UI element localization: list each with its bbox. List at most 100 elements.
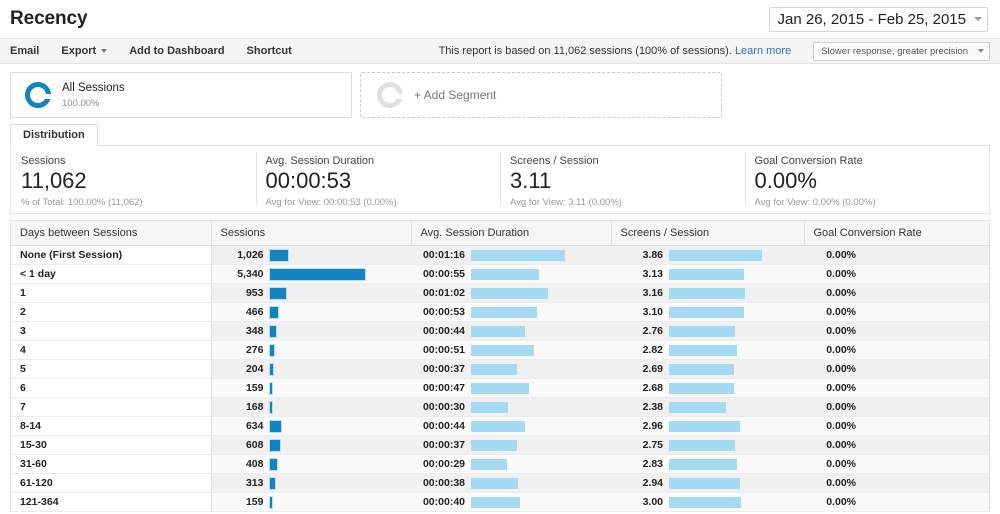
cell-screens-per-session-value: 2.94	[642, 477, 663, 489]
cell-screens-per-session-value: 2.38	[642, 401, 663, 413]
table-row[interactable]: 31-60 408 00:00:29 2.83 0.00%	[11, 454, 989, 474]
cell-sessions: 608	[211, 435, 411, 455]
table-body: None (First Session) 1,026 00:01:16 3.86 0.0…	[11, 245, 989, 512]
cell-sessions-bar	[268, 324, 277, 338]
add-segment-label: + Add Segment	[414, 88, 497, 102]
cell-screens-per-session: 2.96	[611, 416, 804, 436]
cell-goal-conversion-rate-value: 0.00%	[826, 325, 856, 337]
table-row[interactable]: 7 168 00:00:30 2.38 0.00%	[11, 397, 989, 417]
cell-screens-per-session: 2.75	[611, 435, 804, 455]
cell-avg-session-duration-value: 00:00:30	[422, 401, 465, 413]
sampling-note-text: This report is based on 11,062 sessions …	[438, 45, 732, 57]
cell-sessions-value: 276	[245, 344, 264, 356]
page-title: Recency	[10, 8, 88, 29]
email-button[interactable]: Email	[10, 45, 39, 57]
cell-sessions-value: 408	[245, 458, 264, 470]
cell-screens-per-session-bar	[669, 477, 740, 489]
cell-sessions-value: 1,026	[237, 249, 264, 261]
cell-goal-conversion-rate: 0.00%	[804, 321, 989, 341]
cell-sessions-bar	[268, 362, 275, 376]
add-to-dashboard-button[interactable]: Add to Dashboard	[129, 45, 224, 57]
summary-card-goal-conversion-rate: Goal Conversion Rate 0.00% Avg for View:…	[744, 146, 990, 213]
segment-name: All Sessions	[62, 82, 125, 95]
cell-screens-per-session: 3.16	[611, 283, 804, 303]
cell-screens-per-session-value: 3.86	[642, 249, 663, 261]
cell-days-between-sessions: 8-14	[11, 416, 212, 436]
table-row[interactable]: 2 466 00:00:53 3.10 0.00%	[11, 302, 989, 322]
cell-avg-session-duration: 00:00:40	[411, 492, 611, 512]
add-segment-button[interactable]: + Add Segment	[360, 72, 722, 118]
cell-sessions-bar	[268, 267, 366, 281]
cell-screens-per-session-bar	[669, 382, 734, 394]
table-row[interactable]: 6 159 00:00:47 2.68 0.00%	[11, 378, 989, 398]
cell-goal-conversion-rate: 0.00%	[804, 397, 989, 417]
column-header-screens-per-session[interactable]: Screens / Session	[610, 221, 804, 246]
cell-avg-session-duration: 00:00:53	[411, 302, 611, 322]
cell-avg-session-duration-bar	[471, 439, 517, 451]
cell-avg-session-duration: 00:00:29	[411, 454, 611, 474]
cell-avg-session-duration-bar	[471, 268, 540, 280]
cell-avg-session-duration: 00:01:16	[411, 245, 611, 265]
cell-avg-session-duration-bar	[471, 401, 509, 413]
cell-days-between-sessions: 15-30	[11, 435, 212, 455]
column-header-goal-conversion-rate[interactable]: Goal Conversion Rate	[803, 221, 989, 246]
cell-goal-conversion-rate: 0.00%	[804, 264, 989, 284]
cell-sessions: 408	[211, 454, 411, 474]
cell-screens-per-session-value: 2.68	[642, 382, 663, 394]
cell-goal-conversion-rate-value: 0.00%	[826, 363, 856, 375]
segment-all-sessions[interactable]: All Sessions 100.00%	[10, 72, 352, 118]
table-row[interactable]: 5 204 00:00:37 2.69 0.00%	[11, 359, 989, 379]
table-row[interactable]: < 1 day 5,340 00:00:55 3.13 0.00%	[11, 264, 989, 284]
toolbar-actions: Email Export Add to Dashboard Shortcut	[10, 45, 314, 57]
cell-sessions-bar	[268, 419, 282, 433]
table-row[interactable]: 3 348 00:00:44 2.76 0.00%	[11, 321, 989, 341]
shortcut-label: Shortcut	[246, 45, 292, 57]
table-row[interactable]: 1 953 00:01:02 3.16 0.00%	[11, 283, 989, 303]
table-row[interactable]: 121-364 159 00:00:40 3.00 0.00%	[11, 492, 989, 512]
cell-avg-session-duration-bar	[471, 249, 565, 261]
cell-screens-per-session: 2.83	[611, 454, 804, 474]
table-row[interactable]: 4 276 00:00:51 2.82 0.00%	[11, 340, 989, 360]
summary-card-avg-session-duration: Avg. Session Duration 00:00:53 Avg for V…	[255, 146, 501, 213]
column-header-sessions[interactable]: Sessions	[210, 221, 411, 246]
shortcut-button[interactable]: Shortcut	[247, 45, 292, 57]
cell-goal-conversion-rate-value: 0.00%	[826, 477, 856, 489]
summary-title: Avg. Session Duration	[265, 155, 375, 167]
cell-sessions-bar	[268, 476, 276, 490]
learn-more-link[interactable]: Learn more	[735, 45, 791, 57]
table-row[interactable]: 8-14 634 00:00:44 2.96 0.00%	[11, 416, 989, 436]
chevron-down-icon	[974, 17, 982, 21]
cell-avg-session-duration-bar	[471, 306, 537, 318]
cell-screens-per-session: 2.69	[611, 359, 804, 379]
cell-avg-session-duration-bar	[471, 287, 548, 299]
cell-screens-per-session-value: 2.83	[642, 458, 663, 470]
column-header-avg-session-duration[interactable]: Avg. Session Duration	[410, 221, 611, 246]
cell-sessions-bar	[268, 286, 288, 300]
export-button[interactable]: Export	[61, 45, 108, 57]
cell-avg-session-duration-value: 00:00:37	[422, 439, 465, 451]
cell-avg-session-duration: 00:00:38	[411, 473, 611, 493]
cell-sessions-value: 466	[245, 306, 264, 318]
table-row[interactable]: None (First Session) 1,026 00:01:16 3.86 0.0…	[11, 245, 989, 265]
distribution-table: Days between Sessions Sessions Avg. Sess…	[11, 221, 989, 512]
cell-goal-conversion-rate: 0.00%	[804, 454, 989, 474]
table-row[interactable]: 15-30 608 00:00:37 2.75 0.00%	[11, 435, 989, 455]
sampling-precision-value: Slower response, greater precision	[821, 45, 968, 57]
cell-screens-per-session: 2.38	[611, 397, 804, 417]
cell-avg-session-duration-value: 00:00:38	[422, 477, 465, 489]
table-row[interactable]: 61-120 313 00:00:38 2.94 0.00%	[11, 473, 989, 493]
cell-sessions-bar	[268, 457, 278, 471]
cell-goal-conversion-rate-value: 0.00%	[826, 344, 856, 356]
cell-avg-session-duration-bar	[471, 382, 530, 394]
cell-goal-conversion-rate: 0.00%	[804, 435, 989, 455]
tab-distribution[interactable]: Distribution	[10, 124, 98, 146]
email-label: Email	[10, 45, 40, 57]
cell-screens-per-session: 3.00	[611, 492, 804, 512]
cell-days-between-sessions: 1	[11, 283, 212, 303]
column-header-days-between-sessions[interactable]: Days between Sessions	[11, 221, 211, 246]
cell-goal-conversion-rate: 0.00%	[804, 492, 989, 512]
sampling-precision-select[interactable]: Slower response, greater precision	[813, 41, 990, 61]
date-range-selector[interactable]: Jan 26, 2015 - Feb 25, 2015	[768, 6, 988, 32]
cell-goal-conversion-rate: 0.00%	[804, 340, 989, 360]
cell-screens-per-session-bar	[669, 439, 736, 451]
